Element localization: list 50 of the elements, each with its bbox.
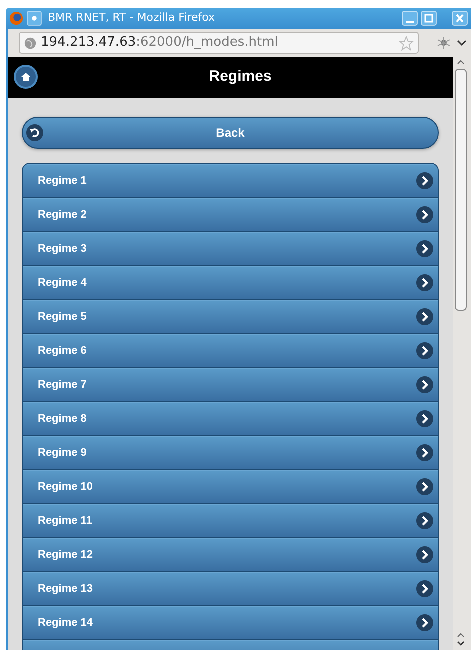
list-item[interactable]: Regime 10 — [23, 470, 438, 504]
chevron-right-icon — [416, 240, 434, 258]
list-item[interactable]: Regime 14 — [23, 606, 438, 640]
list-item[interactable]: Regime 7 — [23, 368, 438, 402]
chevron-right-icon — [416, 206, 434, 224]
list-item[interactable]: Regime 13 — [23, 572, 438, 606]
minimize-icon[interactable] — [402, 11, 418, 26]
list-item[interactable]: Regime 12 — [23, 538, 438, 572]
chevron-right-icon — [416, 580, 434, 598]
page-title: Regimes — [209, 67, 272, 88]
chevron-right-icon — [416, 342, 434, 360]
browser-logo-icon — [9, 11, 24, 26]
window-title: BMR RNET, RT - Mozilla Firefox — [48, 10, 216, 26]
list-item[interactable]: Regime 1 — [23, 164, 438, 198]
list-item[interactable]: Regime 4 — [23, 266, 438, 300]
scrollbar[interactable] — [453, 57, 471, 650]
list-item[interactable]: Regime 2 — [23, 198, 438, 232]
chevron-right-icon — [416, 546, 434, 564]
back-button[interactable]: Back — [22, 117, 439, 149]
chevron-right-icon — [416, 614, 434, 632]
list-item[interactable]: Regime 6 — [23, 334, 438, 368]
scroll-up-icon[interactable] — [457, 632, 465, 638]
globe-icon — [24, 36, 37, 50]
chevron-right-icon — [416, 274, 434, 292]
window-menu-icon[interactable] — [27, 11, 42, 26]
home-button[interactable] — [14, 65, 38, 89]
list-item[interactable]: Regime 9 — [23, 436, 438, 470]
chevron-down-icon[interactable] — [457, 39, 467, 47]
scrollbar-thumb[interactable] — [455, 69, 467, 311]
chevron-right-icon — [416, 444, 434, 462]
star-icon[interactable] — [399, 36, 414, 50]
scroll-down-icon[interactable] — [457, 641, 465, 647]
chevron-right-icon — [416, 512, 434, 530]
home-icon — [21, 72, 31, 82]
chevron-right-icon — [416, 376, 434, 394]
chevron-right-icon — [416, 308, 434, 326]
scroll-up-icon[interactable] — [457, 59, 465, 65]
list-item[interactable]: Regime 5 — [23, 300, 438, 334]
maximize-icon[interactable] — [421, 11, 437, 26]
chevron-right-icon — [416, 478, 434, 496]
back-icon — [26, 124, 44, 142]
address-field[interactable]: 194.213.47.63:62000/h_modes.html — [19, 32, 420, 54]
list-item[interactable]: Regime 11 — [23, 504, 438, 538]
chevron-right-icon — [416, 410, 434, 428]
chevron-right-icon — [416, 172, 434, 190]
bug-icon[interactable] — [437, 37, 452, 49]
url-text: 194.213.47.63:62000/h_modes.html — [41, 34, 280, 52]
list-item[interactable]: Regime 8 — [23, 402, 438, 436]
close-icon[interactable] — [452, 11, 468, 26]
list-item[interactable]: Regime 3 — [23, 232, 438, 266]
